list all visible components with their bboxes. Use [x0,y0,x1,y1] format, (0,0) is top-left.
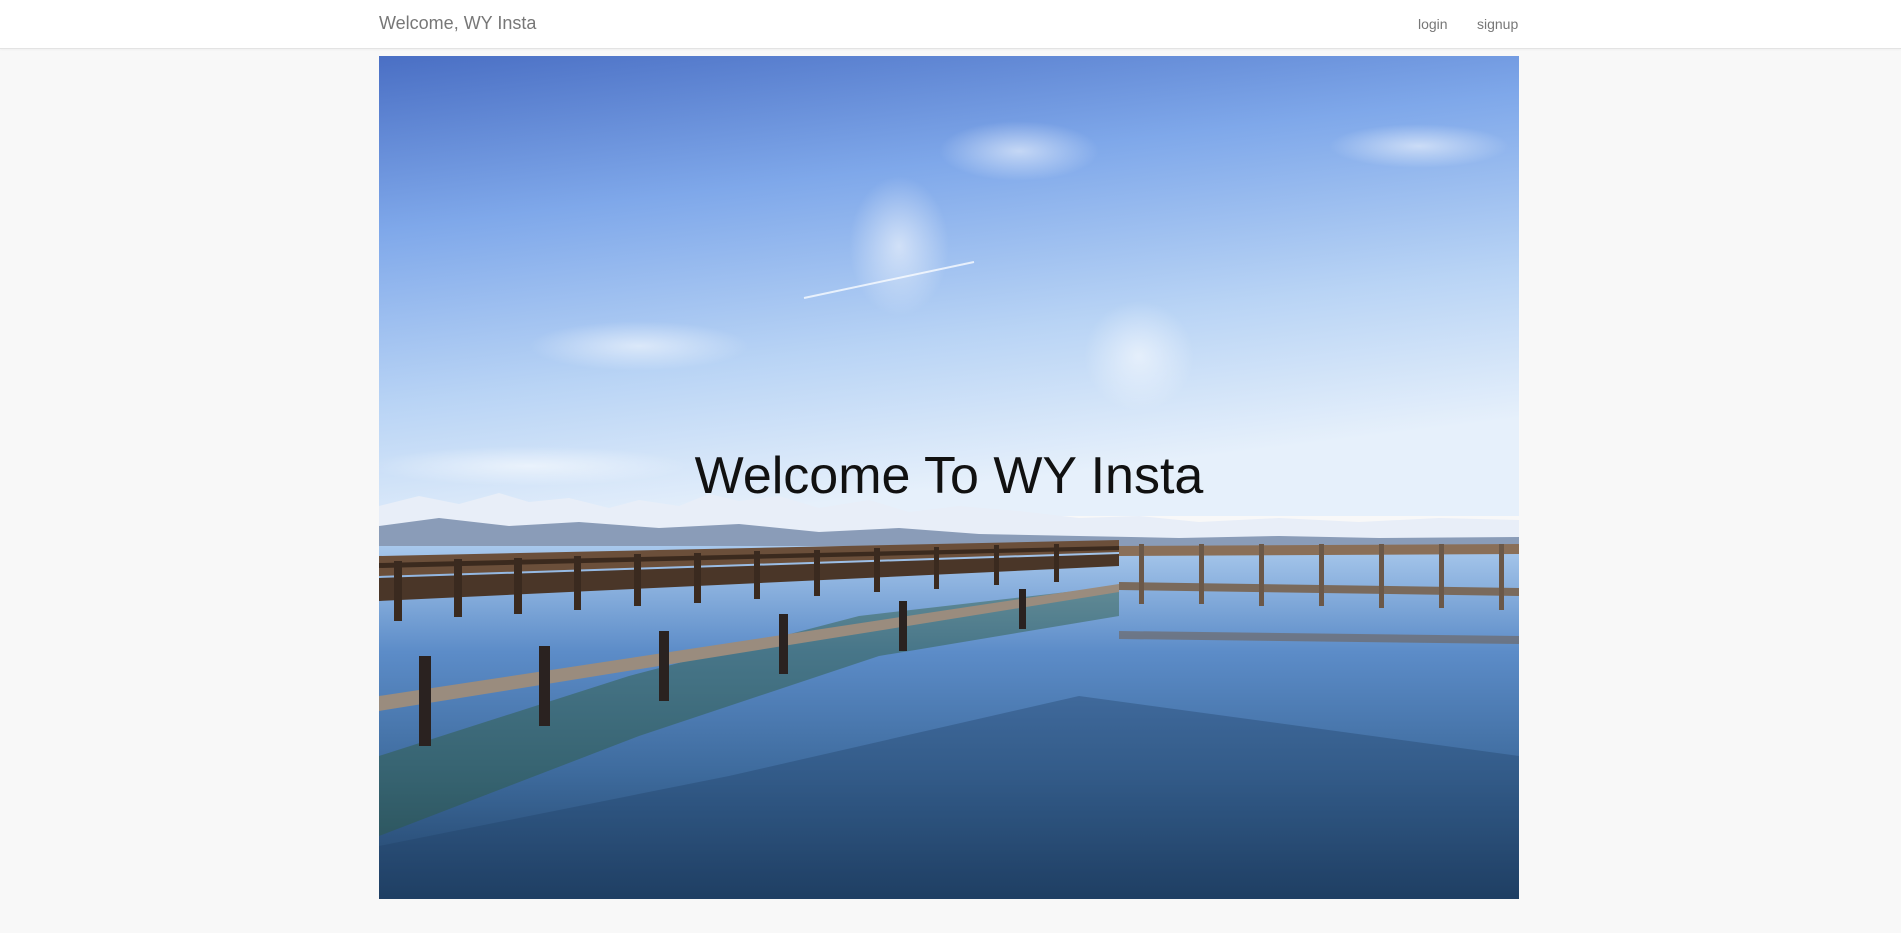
login-link[interactable]: login [1418,16,1448,32]
signup-link[interactable]: signup [1477,16,1518,32]
hero-title: Welcome To WY Insta [694,447,1204,505]
brand-link[interactable]: Welcome, WY Insta [379,13,536,34]
top-navbar: Welcome, WY Insta login signup [0,0,1901,49]
hero-banner: Welcome To WY Insta [379,56,1519,899]
